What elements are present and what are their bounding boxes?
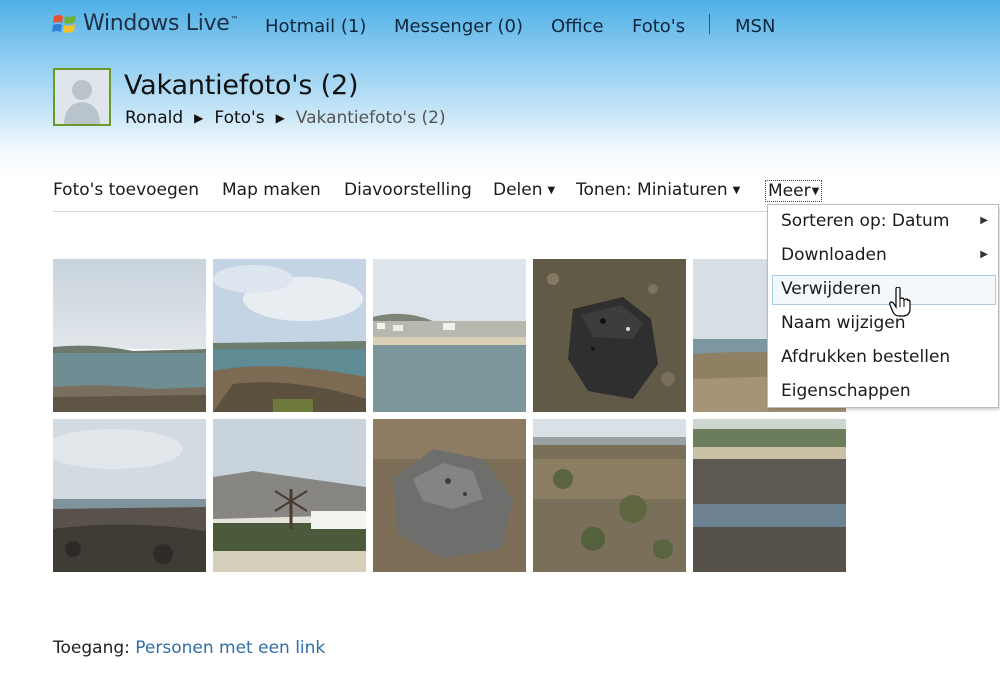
menu-item-rename[interactable]: Naam wijzigen — [772, 309, 996, 339]
breadcrumb: Ronald ▶ Foto's ▶ Vakantiefoto's (2) — [125, 108, 446, 128]
slideshow-button[interactable]: Diavoorstelling — [344, 180, 472, 200]
menu-item-label: Verwijderen — [781, 279, 882, 299]
nav-office[interactable]: Office — [551, 16, 604, 37]
page-title: Vakantiefoto's (2) — [124, 70, 359, 101]
photo-image — [693, 419, 846, 572]
caret-down-icon: ▼ — [811, 186, 820, 197]
breadcrumb-photos[interactable]: Foto's — [214, 108, 264, 128]
photo-thumbnail[interactable] — [53, 419, 206, 572]
photo-thumbnail[interactable] — [53, 259, 206, 412]
hand-cursor-icon — [889, 287, 911, 317]
photo-image — [373, 419, 526, 572]
add-photos-button[interactable]: Foto's toevoegen — [53, 180, 199, 200]
submenu-arrow-icon: ▶ — [980, 215, 988, 226]
windows-live-logo[interactable]: Windows Live ™ — [52, 11, 239, 36]
photo-image — [53, 419, 206, 572]
brand-name: Windows Live — [83, 11, 230, 36]
menu-item-download[interactable]: Downloaden ▶ — [772, 241, 996, 271]
nav-divider — [709, 14, 710, 34]
photo-image — [533, 419, 686, 572]
caret-down-icon: ▼ — [547, 185, 556, 196]
photo-thumbnail[interactable] — [213, 419, 366, 572]
breadcrumb-current: Vakantiefoto's (2) — [295, 108, 446, 128]
view-label: Tonen: Miniaturen — [576, 180, 728, 200]
photo-image — [213, 419, 366, 572]
nav-msn[interactable]: MSN — [735, 16, 775, 37]
menu-item-label: Afdrukken bestellen — [781, 347, 951, 367]
photo-thumbnail[interactable] — [213, 259, 366, 412]
breadcrumb-arrow-icon: ▶ — [194, 111, 204, 125]
photo-thumbnail[interactable] — [533, 419, 686, 572]
menu-item-label: Downloaden — [781, 245, 887, 265]
brand-trademark: ™ — [230, 15, 239, 24]
photo-thumbnail[interactable] — [373, 419, 526, 572]
nav-hotmail[interactable]: Hotmail (1) — [265, 16, 366, 37]
menu-item-label: Naam wijzigen — [781, 313, 906, 333]
submenu-arrow-icon: ▶ — [980, 249, 988, 260]
breadcrumb-arrow-icon: ▶ — [275, 111, 285, 125]
photo-image — [213, 259, 366, 412]
photo-image — [373, 259, 526, 412]
access-info: Toegang: Personen met een link — [53, 638, 325, 658]
view-button[interactable]: Tonen: Miniaturen ▼ — [576, 180, 740, 200]
nav-messenger[interactable]: Messenger (0) — [394, 16, 523, 37]
share-label: Delen — [493, 180, 543, 200]
more-label: Meer — [768, 181, 811, 201]
photo-thumbnail[interactable] — [533, 259, 686, 412]
access-label: Toegang: — [53, 638, 130, 658]
top-navigation: Windows Live ™ Hotmail (1) Messenger (0) … — [0, 0, 1000, 52]
menu-item-order-prints[interactable]: Afdrukken bestellen — [772, 343, 996, 373]
make-folder-button[interactable]: Map maken — [222, 180, 321, 200]
more-menu: Sorteren op: Datum ▶ Downloaden ▶ Verwij… — [767, 204, 999, 408]
access-link[interactable]: Personen met een link — [135, 638, 325, 658]
share-button[interactable]: Delen ▼ — [493, 180, 555, 200]
user-avatar-icon — [55, 70, 109, 124]
photo-image — [533, 259, 686, 412]
photo-thumbnail[interactable] — [693, 419, 846, 572]
nav-photos[interactable]: Foto's — [632, 16, 685, 37]
caret-down-icon: ▼ — [732, 185, 741, 196]
menu-item-label: Eigenschappen — [781, 381, 911, 401]
more-button[interactable]: Meer▼ — [765, 180, 823, 202]
user-avatar[interactable] — [53, 68, 111, 126]
menu-item-label: Sorteren op: Datum — [781, 211, 950, 231]
windows-flag-icon — [52, 14, 76, 33]
menu-item-properties[interactable]: Eigenschappen — [772, 377, 996, 407]
photo-thumbnail[interactable] — [373, 259, 526, 412]
menu-item-sort[interactable]: Sorteren op: Datum ▶ — [772, 207, 996, 237]
menu-item-delete[interactable]: Verwijderen — [772, 275, 996, 305]
photo-image — [53, 259, 206, 412]
breadcrumb-ronald[interactable]: Ronald — [125, 108, 183, 128]
